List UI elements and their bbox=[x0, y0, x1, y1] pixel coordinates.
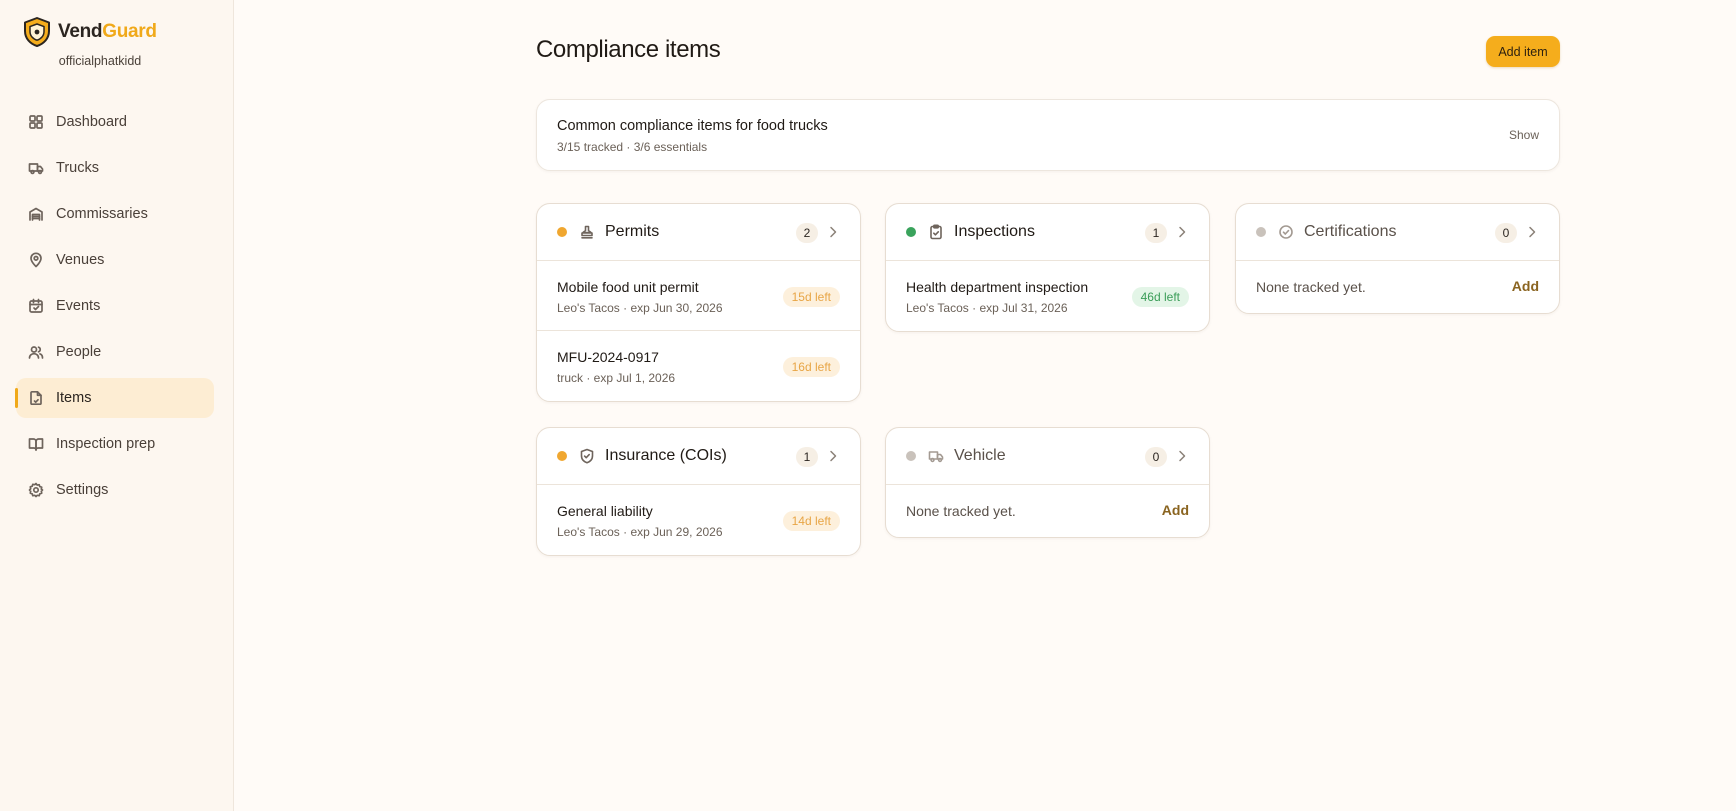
stamp-icon bbox=[581, 225, 593, 239]
show-toggle[interactable]: Show bbox=[1509, 128, 1539, 142]
item-row[interactable]: MFU-2024-0917 truck · exp Jul 1, 2026 16… bbox=[537, 331, 860, 401]
count-badge: 2 bbox=[796, 223, 818, 243]
banner-title: Common compliance items for food trucks bbox=[557, 118, 828, 134]
nav-label: Dashboard bbox=[56, 114, 127, 130]
clipboard-check-icon bbox=[930, 224, 942, 240]
nav-item-venues[interactable]: Venues bbox=[16, 240, 214, 280]
card-title: Insurance (COIs) bbox=[605, 447, 727, 464]
count-badge: 1 bbox=[796, 447, 818, 467]
item-title: Mobile food unit permit bbox=[557, 279, 699, 295]
add-certification-link[interactable]: Add bbox=[1512, 278, 1539, 294]
category-card-inspections: Inspections 1 Health department inspecti… bbox=[885, 203, 1210, 332]
status-dot bbox=[557, 227, 567, 237]
nav-label: Commissaries bbox=[56, 206, 148, 222]
nav-item-settings[interactable]: Settings bbox=[16, 470, 214, 510]
calendar-check-icon bbox=[29, 298, 43, 313]
item-meta: Leo's Tacos · exp Jul 31, 2026 bbox=[906, 301, 1068, 315]
badge-check-icon bbox=[1279, 225, 1293, 239]
category-card-certifications: Certifications 0 None tracked yet. Add bbox=[1235, 203, 1560, 314]
item-meta: truck · exp Jul 1, 2026 bbox=[557, 371, 676, 385]
common-items-banner: Common compliance items for food trucks … bbox=[536, 99, 1560, 171]
shield-check-icon bbox=[580, 448, 594, 464]
empty-text: None tracked yet. bbox=[1256, 279, 1366, 295]
item-title: Health department inspection bbox=[906, 279, 1089, 295]
nav-item-events[interactable]: Events bbox=[16, 286, 214, 326]
days-left-badge: 16d left bbox=[782, 357, 840, 377]
status-dot bbox=[1256, 227, 1266, 237]
nav-item-items[interactable]: Items bbox=[15, 378, 214, 418]
card-header[interactable]: Vehicle 0 bbox=[886, 428, 1209, 485]
page-title: Compliance items bbox=[536, 36, 721, 63]
chevron-right-icon[interactable] bbox=[1177, 450, 1187, 462]
empty-state: None tracked yet. Add bbox=[886, 485, 1209, 537]
chevron-right-icon[interactable] bbox=[828, 226, 838, 238]
category-card-vehicle: Vehicle 0 None tracked yet. Add bbox=[885, 427, 1210, 538]
count-badge: 0 bbox=[1495, 223, 1517, 243]
account-name: officialphatkidd bbox=[58, 54, 142, 68]
days-left-badge: 46d left bbox=[1131, 287, 1189, 307]
nav-item-people[interactable]: People bbox=[16, 332, 214, 372]
empty-text: None tracked yet. bbox=[906, 503, 1016, 519]
warehouse-icon bbox=[29, 207, 43, 221]
nav-label: Items bbox=[56, 390, 92, 406]
days-left-badge: 14d left bbox=[782, 511, 840, 531]
nav-label: Settings bbox=[56, 482, 109, 498]
days-left-badge: 15d left bbox=[782, 287, 840, 307]
nav-item-trucks[interactable]: Trucks bbox=[16, 148, 214, 188]
brand-name: VendGuard bbox=[58, 21, 157, 43]
status-dot bbox=[906, 451, 916, 461]
category-card-permits: Permits 2 Mobile food unit permit Leo's … bbox=[536, 203, 861, 402]
category-card-insurance: Insurance (COIs) 1 General liability Leo… bbox=[536, 427, 861, 556]
chevron-right-icon[interactable] bbox=[1527, 226, 1537, 238]
gear-icon bbox=[28, 482, 44, 498]
shield-logo-icon bbox=[24, 17, 50, 47]
users-icon bbox=[28, 346, 44, 359]
card-title: Inspections bbox=[954, 223, 1035, 240]
nav-item-dashboard[interactable]: Dashboard bbox=[16, 102, 214, 142]
add-item-button[interactable]: Add item bbox=[1486, 36, 1560, 67]
count-badge: 0 bbox=[1145, 447, 1167, 467]
truck-icon bbox=[928, 451, 944, 463]
nav-item-inspection-prep[interactable]: Inspection prep bbox=[16, 424, 214, 464]
brand-name-part2: Guard bbox=[102, 21, 157, 42]
nav-label: People bbox=[56, 344, 102, 360]
grid-icon bbox=[29, 115, 43, 129]
card-title: Permits bbox=[605, 223, 660, 240]
status-dot bbox=[906, 227, 916, 237]
nav-label: Events bbox=[56, 298, 101, 314]
card-header[interactable]: Permits 2 bbox=[537, 204, 860, 261]
truck-icon bbox=[28, 163, 44, 175]
sidebar: VendGuard officialphatkidd Dashboard Tru… bbox=[0, 0, 234, 811]
item-title: General liability bbox=[557, 503, 653, 519]
item-title: MFU-2024-0917 bbox=[557, 349, 659, 365]
card-header[interactable]: Insurance (COIs) 1 bbox=[537, 428, 860, 485]
card-header[interactable]: Inspections 1 bbox=[886, 204, 1209, 261]
chevron-right-icon[interactable] bbox=[1177, 226, 1187, 238]
nav-label: Trucks bbox=[56, 160, 99, 176]
nav-item-commissaries[interactable]: Commissaries bbox=[16, 194, 214, 234]
file-icon bbox=[30, 390, 42, 406]
empty-state: None tracked yet. Add bbox=[1236, 261, 1559, 313]
status-dot bbox=[557, 451, 567, 461]
card-title: Vehicle bbox=[954, 447, 1006, 464]
item-meta: Leo's Tacos · exp Jun 30, 2026 bbox=[557, 301, 723, 315]
nav-label: Venues bbox=[56, 252, 105, 268]
main-nav: Dashboard Trucks Commissaries Venues Eve… bbox=[15, 102, 214, 516]
banner-subtitle: 3/15 tracked · 3/6 essentials bbox=[557, 140, 708, 154]
item-row[interactable]: General liability Leo's Tacos · exp Jun … bbox=[537, 485, 860, 555]
nav-label: Inspection prep bbox=[56, 436, 156, 452]
brand-logo[interactable]: VendGuard bbox=[22, 16, 157, 48]
add-vehicle-link[interactable]: Add bbox=[1162, 502, 1189, 518]
card-title: Certifications bbox=[1304, 223, 1397, 240]
map-pin-icon bbox=[30, 252, 42, 268]
item-row[interactable]: Mobile food unit permit Leo's Tacos · ex… bbox=[537, 261, 860, 331]
count-badge: 1 bbox=[1145, 223, 1167, 243]
card-header[interactable]: Certifications 0 bbox=[1236, 204, 1559, 261]
item-row[interactable]: Health department inspection Leo's Tacos… bbox=[886, 261, 1209, 331]
chevron-right-icon[interactable] bbox=[828, 450, 838, 462]
brand-name-part1: Vend bbox=[58, 21, 103, 42]
item-meta: Leo's Tacos · exp Jun 29, 2026 bbox=[557, 525, 723, 539]
book-open-icon bbox=[28, 438, 44, 451]
